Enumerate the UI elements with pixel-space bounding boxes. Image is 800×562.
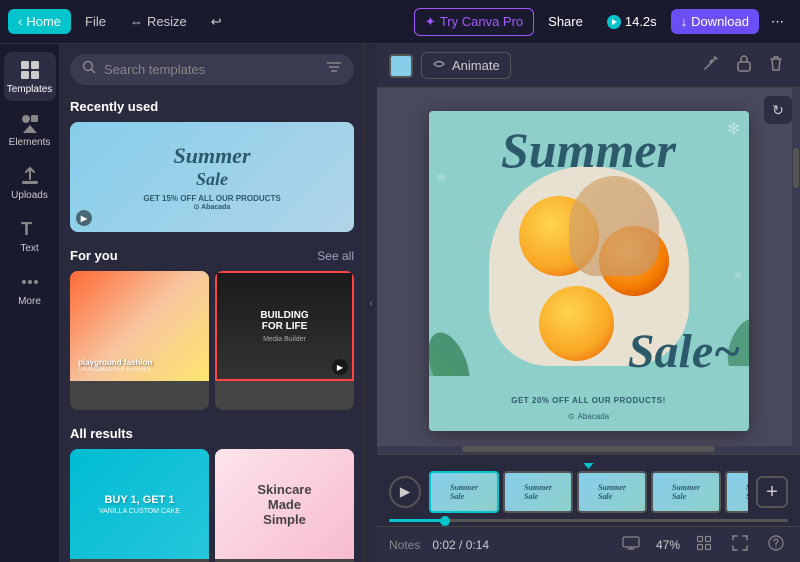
see-all-button[interactable]: See all <box>317 249 354 263</box>
home-button[interactable]: ‹ Home <box>8 9 71 34</box>
chevron-left-icon: ‹ <box>369 298 372 309</box>
vertical-scrollbar[interactable] <box>792 88 800 454</box>
templates-panel: Recently used Summer Sale GET 15% OFF AL… <box>60 44 365 562</box>
delete-button[interactable] <box>764 50 788 81</box>
all-results-grid: BUY 1, GET 1 VANILLA CUSTOM CAKE Skincar… <box>70 449 354 562</box>
download-icon: ↓ <box>681 14 688 29</box>
magic-wand-button[interactable] <box>698 50 724 81</box>
horizontal-scrollbar[interactable] <box>377 446 800 454</box>
all-results-header: All results <box>70 426 354 441</box>
canvas-wrapper[interactable]: ✻ ✻ ✻ Summer <box>377 88 800 454</box>
bottom-bar: Notes 0:02 / 0:14 47% <box>377 526 800 562</box>
timeline-frame-4[interactable]: SummerSale <box>651 471 721 513</box>
play-button[interactable]: ▶ <box>389 476 421 508</box>
svg-text:T: T <box>21 219 32 239</box>
notes-label: Notes <box>389 538 420 552</box>
resize-button[interactable]: ⇔ Resize <box>120 9 197 34</box>
share-button[interactable]: Share <box>538 9 593 34</box>
search-input[interactable] <box>104 62 318 77</box>
fullscreen-button[interactable] <box>728 533 752 556</box>
help-button[interactable] <box>764 533 788 556</box>
recently-used-section: Summer Sale GET 15% OFF ALL OUR PRODUCTS… <box>70 122 354 232</box>
for-you-header: For you See all <box>70 248 354 263</box>
chevron-left-icon: ‹ <box>18 14 22 29</box>
timeline-frames: SummerSale SummerSale SummerSale SummerS… <box>429 471 748 513</box>
fruit-3 <box>539 286 614 361</box>
template-skincare[interactable]: Skincare Made Simple <box>215 449 354 562</box>
file-button[interactable]: File <box>75 9 116 34</box>
more-icon <box>18 270 42 294</box>
time-display: 0:02 / 0:14 <box>432 538 489 552</box>
main-content: Templates Elements Uploads <box>0 44 800 562</box>
for-you-title: For you <box>70 248 118 263</box>
scrubber-arrow <box>584 463 594 469</box>
recently-used-title: Recently used <box>70 99 158 114</box>
timeline-frame-2[interactable]: SummerSale <box>503 471 573 513</box>
sidebar: Templates Elements Uploads <box>0 44 60 562</box>
sale-text: Sale~ <box>628 328 741 376</box>
resize-icon: ⇔ <box>130 14 143 29</box>
topbar: ‹ Home File ⇔ Resize ↩ ✦ Try Canva Pro S… <box>0 0 800 44</box>
search-icon <box>82 60 96 79</box>
color-swatch[interactable] <box>389 54 413 78</box>
canvas-area: Animate <box>377 44 800 562</box>
timeline-controls: ▶ SummerSale SummerSale SummerSale Summe… <box>389 471 788 513</box>
timeline-frame-1[interactable]: SummerSale <box>429 471 499 513</box>
timer-button[interactable]: 14.2s <box>597 9 667 34</box>
monitor-icon-button[interactable] <box>618 534 644 555</box>
tagline-text: GET 20% OFF ALL OUR PRODUCTS! <box>429 396 749 405</box>
snowflake-decoration-3: ✻ <box>734 271 742 282</box>
add-frame-button[interactable]: + <box>756 476 788 508</box>
sidebar-item-text[interactable]: T Text <box>4 211 56 260</box>
undo-button[interactable]: ↩ <box>201 9 232 35</box>
summer-text: Summer <box>429 125 749 175</box>
more-options-button[interactable]: ⋯ <box>763 9 792 35</box>
sidebar-item-uploads[interactable]: Uploads <box>4 158 56 207</box>
panel-collapse-handle[interactable]: ‹ <box>365 44 377 562</box>
template-building[interactable]: BUILDING FOR LIFE Media Builder ▶ <box>215 271 354 410</box>
scrollbar-thumb[interactable] <box>793 148 799 188</box>
search-bar <box>70 54 354 85</box>
animate-icon <box>432 57 446 74</box>
h-scrollbar-thumb[interactable] <box>462 446 716 452</box>
canvas-toolbar: Animate <box>377 44 800 88</box>
all-results-title: All results <box>70 426 133 441</box>
scrubber-handle[interactable] <box>440 516 450 526</box>
zoom-display: 47% <box>656 538 680 552</box>
sidebar-item-templates[interactable]: Templates <box>4 52 56 101</box>
sidebar-item-more[interactable]: More <box>4 264 56 313</box>
templates-icon <box>18 58 42 82</box>
refresh-button[interactable]: ↻ <box>764 96 792 124</box>
template-playground[interactable]: playground fashion GRANDMASTER EVENTS <box>70 271 209 410</box>
for-you-grid: playground fashion GRANDMASTER EVENTS BU… <box>70 271 354 410</box>
sidebar-item-elements[interactable]: Elements <box>4 105 56 154</box>
filter-icon[interactable] <box>326 60 342 79</box>
uploads-icon <box>18 164 42 188</box>
template-buy-one[interactable]: BUY 1, GET 1 VANILLA CUSTOM CAKE <box>70 449 209 562</box>
text-icon: T <box>18 217 42 241</box>
try-canva-button[interactable]: ✦ Try Canva Pro <box>414 8 534 36</box>
animate-button[interactable]: Animate <box>421 52 511 79</box>
timeline: ▶ SummerSale SummerSale SummerSale Summe… <box>377 454 800 526</box>
expand-button[interactable] <box>692 533 716 556</box>
download-button[interactable]: ↓ Download <box>671 9 759 34</box>
timeline-frame-5[interactable]: SummerSale <box>725 471 748 513</box>
brand-text: ⊙Abacada <box>429 412 749 421</box>
template-summer-sale-recent[interactable]: Summer Sale GET 15% OFF ALL OUR PRODUCTS… <box>70 122 354 232</box>
undo-icon: ↩ <box>211 14 222 30</box>
canva-star-icon: ✦ <box>425 14 436 30</box>
recently-used-header: Recently used <box>70 99 354 114</box>
play-icon <box>607 15 621 29</box>
elements-icon <box>18 111 42 135</box>
hat <box>569 176 659 276</box>
scrubber-indicator <box>389 463 788 469</box>
lock-button[interactable] <box>732 50 756 81</box>
timeline-scrubber[interactable] <box>389 519 788 522</box>
timeline-frame-3[interactable]: SummerSale <box>577 471 647 513</box>
canvas-design[interactable]: ✻ ✻ ✻ Summer <box>429 111 749 431</box>
